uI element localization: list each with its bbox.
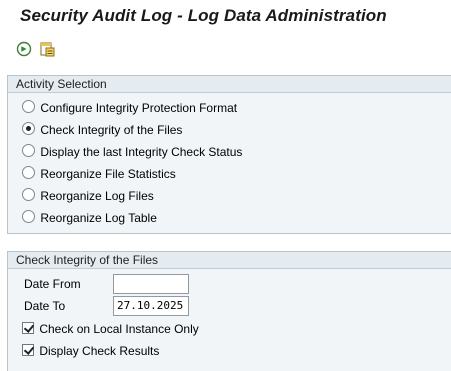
- radio-button[interactable]: [22, 188, 35, 202]
- radio-button[interactable]: [22, 166, 35, 180]
- activity-selection-panel: Activity Selection Configure Integrity P…: [7, 75, 451, 234]
- radio-button[interactable]: [22, 210, 35, 224]
- radio-label: Display the last Integrity Check Status: [40, 144, 243, 159]
- execute-icon[interactable]: [15, 40, 33, 58]
- checkbox[interactable]: [22, 321, 34, 334]
- date-to-input[interactable]: 27.10.2025: [113, 296, 189, 316]
- checkbox-label: Display Check Results: [39, 343, 160, 358]
- radio-reorganize-log-files[interactable]: Reorganize Log Files: [22, 186, 154, 204]
- radio-reorganize-file-statistics[interactable]: Reorganize File Statistics: [22, 164, 176, 182]
- radio-button-selected[interactable]: [22, 122, 35, 136]
- radio-button[interactable]: [22, 144, 35, 158]
- checkbox-local-instance-only[interactable]: Check on Local Instance Only: [22, 319, 199, 337]
- checkbox-display-check-results[interactable]: Display Check Results: [22, 341, 159, 359]
- date-to-label: Date To: [24, 299, 66, 313]
- check-integrity-panel: Check Integrity of the Files Date From D…: [7, 251, 451, 371]
- panel-header: Activity Selection: [8, 76, 451, 93]
- radio-reorganize-log-table[interactable]: Reorganize Log Table: [22, 208, 157, 226]
- radio-configure-integrity[interactable]: Configure Integrity Protection Format: [22, 98, 237, 116]
- radio-check-integrity[interactable]: Check Integrity of the Files: [22, 120, 182, 138]
- radio-label: Configure Integrity Protection Format: [40, 100, 238, 115]
- radio-label: Reorganize File Statistics: [40, 166, 176, 181]
- radio-button[interactable]: [22, 100, 35, 114]
- radio-label: Reorganize Log Files: [40, 188, 154, 203]
- checkbox[interactable]: [22, 343, 34, 356]
- page-title: Security Audit Log - Log Data Administra…: [20, 6, 387, 25]
- radio-label: Reorganize Log Table: [40, 210, 157, 225]
- panel-header: Check Integrity of the Files: [8, 252, 451, 269]
- application-toolbar: [0, 34, 451, 66]
- variant-icon[interactable]: [38, 40, 56, 58]
- checkbox-label: Check on Local Instance Only: [39, 321, 199, 336]
- date-from-input[interactable]: [113, 274, 189, 294]
- radio-display-last-status[interactable]: Display the last Integrity Check Status: [22, 142, 242, 160]
- title-bar: Security Audit Log - Log Data Administra…: [0, 0, 451, 34]
- date-from-label: Date From: [24, 277, 81, 291]
- radio-label: Check Integrity of the Files: [40, 122, 183, 137]
